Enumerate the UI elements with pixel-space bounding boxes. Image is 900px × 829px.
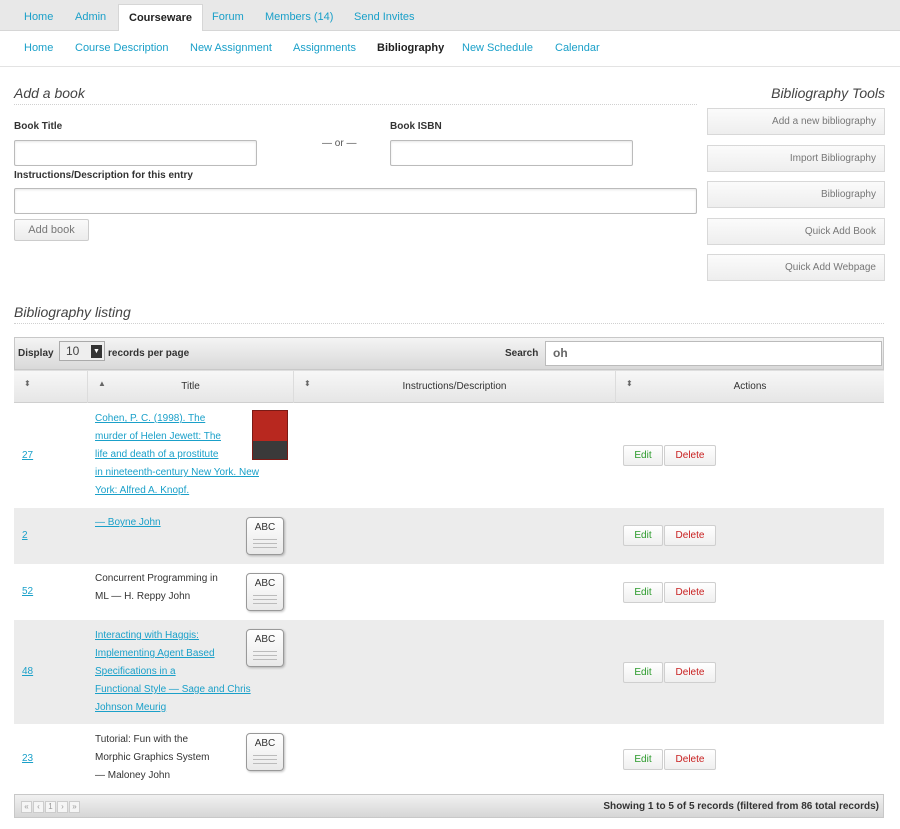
or-separator: — or — [322, 138, 357, 149]
chevron-down-icon: ▼ [91, 345, 102, 358]
abc-icon: ABC [246, 629, 284, 667]
edit-button[interactable]: Edit [623, 582, 663, 603]
subnav-assignments[interactable]: Assignments [293, 42, 356, 54]
records-info: Showing 1 to 5 of 5 records (filtered fr… [603, 801, 879, 812]
top-tab-admin[interactable]: Admin [75, 4, 106, 31]
table-footer: « ‹ 1 › » Showing 1 to 5 of 5 records (f… [14, 794, 884, 818]
title-line: Functional Style — Sage and Chris [95, 684, 251, 695]
next-page-button[interactable]: › [57, 801, 68, 813]
record-id-link[interactable]: 2 [22, 530, 28, 541]
quick-add-book-button[interactable]: Quick Add Book [707, 218, 885, 245]
abc-icon-text: ABC [254, 634, 276, 645]
book-cover-image [252, 410, 288, 460]
book-isbn-input[interactable] [390, 140, 633, 166]
subnav-new-assignment[interactable]: New Assignment [190, 42, 272, 54]
abc-icon: ABC [246, 517, 284, 555]
pagination: « ‹ 1 › » [21, 801, 80, 814]
column-instructions-label: Instructions/Description [402, 381, 507, 392]
top-tab-members[interactable]: Members (14) [265, 4, 333, 31]
title-line: Johnson Meurig [95, 702, 167, 713]
title-line: life and death of a prostitute [95, 449, 219, 460]
book-isbn-label: Book ISBN [390, 121, 442, 132]
bibliography-tools-heading: Bibliography Tools [771, 85, 885, 101]
book-title-input[interactable] [14, 140, 257, 166]
records-per-page-label: records per page [108, 348, 190, 359]
edit-button[interactable]: Edit [623, 525, 663, 546]
sort-icon: ⬍ [24, 379, 31, 388]
subnav-course-description[interactable]: Course Description [75, 42, 169, 54]
previous-page-button[interactable]: ‹ [33, 801, 44, 813]
abc-icon-text: ABC [254, 578, 276, 589]
delete-button[interactable]: Delete [664, 582, 716, 603]
record-title-link[interactable]: Cohen, P. C. (1998). The murder of Helen… [95, 410, 277, 500]
top-nav: Home Admin Courseware Forum Members (14)… [0, 0, 900, 32]
abc-icon-text: ABC [254, 522, 276, 533]
title-line: Cohen, P. C. (1998). The [95, 413, 206, 424]
add-book-heading: Add a book [14, 85, 697, 105]
page-1-button[interactable]: 1 [45, 801, 56, 813]
abc-icon: ABC [246, 733, 284, 771]
abc-icon-text: ABC [254, 738, 276, 749]
instructions-label: Instructions/Description for this entry [14, 170, 193, 181]
add-book-button[interactable]: Add book [14, 219, 89, 241]
abc-icon: ABC [246, 573, 284, 611]
edit-button[interactable]: Edit [623, 662, 663, 683]
search-label: Search [505, 348, 539, 359]
first-page-button[interactable]: « [21, 801, 32, 813]
last-page-button[interactable]: » [69, 801, 80, 813]
column-actions[interactable]: ⬍ Actions [616, 371, 884, 403]
column-title-label: Title [181, 381, 200, 392]
bibliography-button[interactable]: Bibliography [707, 181, 885, 208]
table-row: 48 Interacting with Haggis: Implementing… [14, 620, 884, 724]
subnav-new-schedule[interactable]: New Schedule [462, 42, 533, 54]
edit-button[interactable]: Edit [623, 749, 663, 770]
delete-button[interactable]: Delete [664, 445, 716, 466]
instructions-input[interactable] [14, 188, 697, 214]
delete-button[interactable]: Delete [664, 662, 716, 683]
title-line: murder of Helen Jewett: The [95, 431, 221, 442]
quick-add-webpage-button[interactable]: Quick Add Webpage [707, 254, 885, 281]
table-row: 52 Concurrent Programming in ML — H. Rep… [14, 564, 884, 620]
add-new-bibliography-button[interactable]: Add a new bibliography [707, 108, 885, 135]
table-header: ⬍ ▲ Title ⬍ Instructions/Description ⬍ A… [14, 370, 884, 403]
records-per-page-value: 10 [66, 344, 80, 358]
title-line: York: Alfred A. Knopf. [95, 485, 190, 496]
record-id-link[interactable]: 23 [22, 753, 33, 764]
bibliography-listing-heading: Bibliography listing [14, 304, 884, 324]
top-tab-send-invites[interactable]: Send Invites [354, 4, 415, 31]
subnav-home[interactable]: Home [24, 42, 53, 54]
column-instructions[interactable]: ⬍ Instructions/Description [294, 371, 616, 403]
sub-nav: Home Course Description New Assignment A… [0, 31, 900, 67]
delete-button[interactable]: Delete [664, 749, 716, 770]
title-line: in nineteenth-century New York. New [95, 467, 259, 478]
column-title[interactable]: ▲ Title [88, 371, 294, 403]
top-tab-home[interactable]: Home [24, 4, 53, 31]
top-tab-forum[interactable]: Forum [212, 4, 244, 31]
record-id-link[interactable]: 52 [22, 586, 33, 597]
records-per-page-select[interactable]: 10 ▼ [59, 341, 105, 361]
record-id-link[interactable]: 48 [22, 666, 33, 677]
edit-button[interactable]: Edit [623, 445, 663, 466]
table-row: 2 — Boyne John ABC Edit Delete [14, 508, 884, 564]
display-label: Display [18, 348, 54, 359]
subnav-bibliography[interactable]: Bibliography [377, 42, 444, 54]
column-id[interactable]: ⬍ [14, 371, 88, 403]
top-tab-courseware[interactable]: Courseware [118, 4, 203, 32]
table-toolbar: Display 10 ▼ records per page Search oh [14, 337, 884, 370]
table-row: 27 Cohen, P. C. (1998). The murder of He… [14, 404, 884, 508]
record-id-link[interactable]: 27 [22, 450, 33, 461]
subnav-calendar[interactable]: Calendar [555, 42, 600, 54]
book-title-label: Book Title [14, 121, 63, 132]
import-bibliography-button[interactable]: Import Bibliography [707, 145, 885, 172]
delete-button[interactable]: Delete [664, 525, 716, 546]
column-actions-label: Actions [733, 381, 767, 392]
table-row: 23 Tutorial: Fun with the Morphic Graphi… [14, 724, 884, 792]
search-input[interactable]: oh [545, 341, 882, 366]
